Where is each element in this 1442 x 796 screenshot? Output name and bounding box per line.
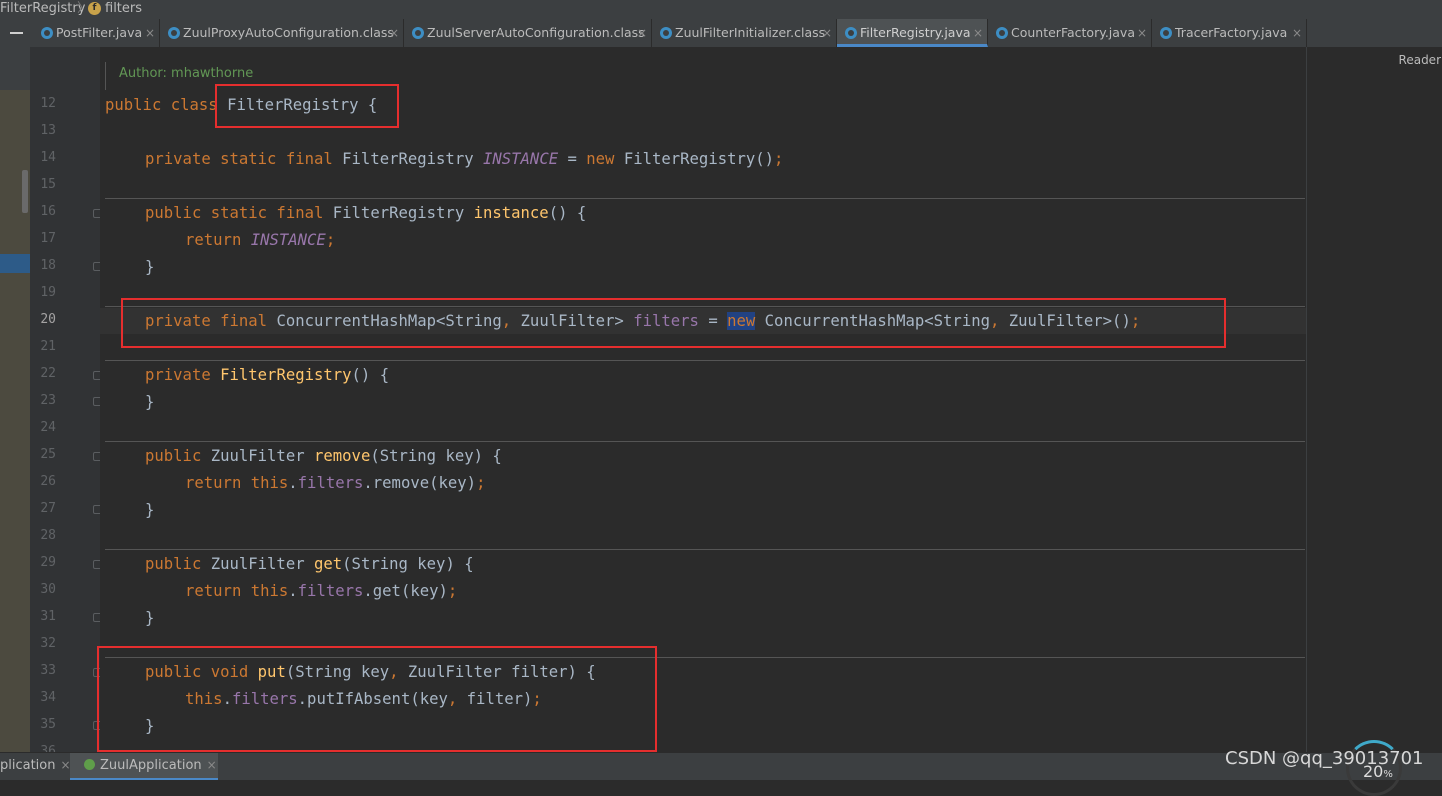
project-scrollbar[interactable] (22, 170, 28, 213)
line-number: 36 (40, 744, 56, 752)
run-tab-label: ZuulApplication (100, 758, 202, 773)
breadcrumb: FilterRegistry 〉 f filters (0, 0, 1442, 19)
line-number: 29 (40, 555, 56, 570)
class-icon (660, 27, 672, 39)
line-number: 17 (40, 231, 56, 246)
class-icon (1160, 27, 1172, 39)
line-number: 24 (40, 420, 56, 435)
line-number: 14 (40, 150, 56, 165)
reader-mode-button[interactable]: Reader (1399, 53, 1441, 67)
close-icon[interactable]: × (1137, 19, 1147, 47)
line-number: 12 (40, 96, 56, 111)
code-line-30: return this.filters.get(key); (185, 582, 458, 600)
close-icon[interactable]: × (1292, 19, 1302, 47)
line-number: 15 (40, 177, 56, 192)
line-number: 28 (40, 528, 56, 543)
code-line-16: public static final FilterRegistry insta… (145, 204, 587, 222)
tab-zuulfilterinitializer[interactable]: ZuulFilterInitializer.class × (652, 19, 837, 47)
code-line-22: private FilterRegistry() { (145, 366, 390, 384)
tab-label: PostFilter.java (56, 25, 143, 40)
annotation-box-class (215, 84, 399, 128)
close-icon[interactable]: × (389, 19, 399, 47)
line-number-current: 20 (40, 312, 56, 327)
method-separator (105, 441, 1305, 442)
class-icon (168, 27, 180, 39)
line-number: 35 (40, 717, 56, 732)
tab-tracerfactory[interactable]: TracerFactory.java × (1152, 19, 1307, 47)
close-icon[interactable]: × (145, 19, 155, 47)
breadcrumb-class[interactable]: FilterRegistry (0, 0, 85, 17)
tab-label: ZuulProxyAutoConfiguration.class (183, 25, 394, 40)
editor-tab-bar: PostFilter.java × ZuulProxyAutoConfigura… (0, 19, 1442, 48)
selected-tree-row[interactable] (0, 254, 30, 273)
method-separator (105, 198, 1305, 199)
breadcrumb-field[interactable]: filters (105, 0, 142, 17)
tab-label: FilterRegistry.java (860, 25, 971, 40)
close-icon[interactable]: × (637, 19, 647, 47)
class-icon (41, 27, 53, 39)
method-separator (105, 549, 1305, 550)
annotation-box-put-method (97, 646, 657, 752)
author-hint: Author: mhawthorne (119, 66, 254, 81)
tab-label: ZuulServerAutoConfiguration.class (427, 25, 645, 40)
line-number: 33 (40, 663, 56, 678)
code-line-31: } (145, 609, 155, 627)
code-line-29: public ZuulFilter get(String key) { (145, 555, 474, 573)
line-number: 27 (40, 501, 56, 516)
doc-rendered-bar (105, 62, 106, 90)
spring-boot-icon (84, 759, 95, 770)
line-number: 16 (40, 204, 56, 219)
tab-label: CounterFactory.java (1011, 25, 1135, 40)
field-icon: f (88, 2, 101, 15)
tab-counterfactory[interactable]: CounterFactory.java × (988, 19, 1152, 47)
run-tab-application[interactable]: plication × (0, 753, 71, 780)
tab-postfilter[interactable]: PostFilter.java × (33, 19, 160, 47)
line-number: 23 (40, 393, 56, 408)
line-number: 30 (40, 582, 56, 597)
tab-label: ZuulFilterInitializer.class (675, 25, 826, 40)
right-panel: Reader (1306, 47, 1442, 752)
run-tab-label: plication (0, 758, 56, 773)
code-line-18: } (145, 258, 155, 276)
line-number: 21 (40, 339, 56, 354)
line-number: 13 (40, 123, 56, 138)
close-icon[interactable]: × (207, 758, 217, 772)
class-icon (996, 27, 1008, 39)
code-line-14: private static final FilterRegistry INST… (145, 150, 784, 168)
tab-zuulserverautoconfiguration[interactable]: ZuulServerAutoConfiguration.class × (404, 19, 652, 47)
close-icon[interactable]: × (973, 19, 983, 47)
code-line-27: } (145, 501, 155, 519)
collapse-icon[interactable] (10, 32, 23, 34)
method-separator (105, 360, 1305, 361)
line-number: 32 (40, 636, 56, 651)
line-number: 19 (40, 285, 56, 300)
run-tab-zuulapplication[interactable]: ZuulApplication × (70, 753, 218, 780)
code-line-23: } (145, 393, 155, 411)
code-line-25: public ZuulFilter remove(String key) { (145, 447, 502, 465)
code-line-17: return INSTANCE; (185, 231, 336, 249)
class-icon (845, 27, 857, 39)
line-number: 25 (40, 447, 56, 462)
line-number: 22 (40, 366, 56, 381)
line-number: 26 (40, 474, 56, 489)
line-number: 34 (40, 690, 56, 705)
line-number: 31 (40, 609, 56, 624)
code-line-26: return this.filters.remove(key); (185, 474, 486, 492)
left-tool-strip (0, 47, 30, 752)
tab-zuulproxyautoconfiguration[interactable]: ZuulProxyAutoConfiguration.class × (160, 19, 404, 47)
annotation-box-field (121, 298, 1226, 348)
csdn-watermark: CSDN @qq_39013701 (1225, 748, 1424, 769)
class-icon (412, 27, 424, 39)
tab-filterregistry[interactable]: FilterRegistry.java × (837, 19, 988, 47)
tab-label: TracerFactory.java (1175, 25, 1288, 40)
line-number: 18 (40, 258, 56, 273)
close-icon[interactable]: × (822, 19, 832, 47)
